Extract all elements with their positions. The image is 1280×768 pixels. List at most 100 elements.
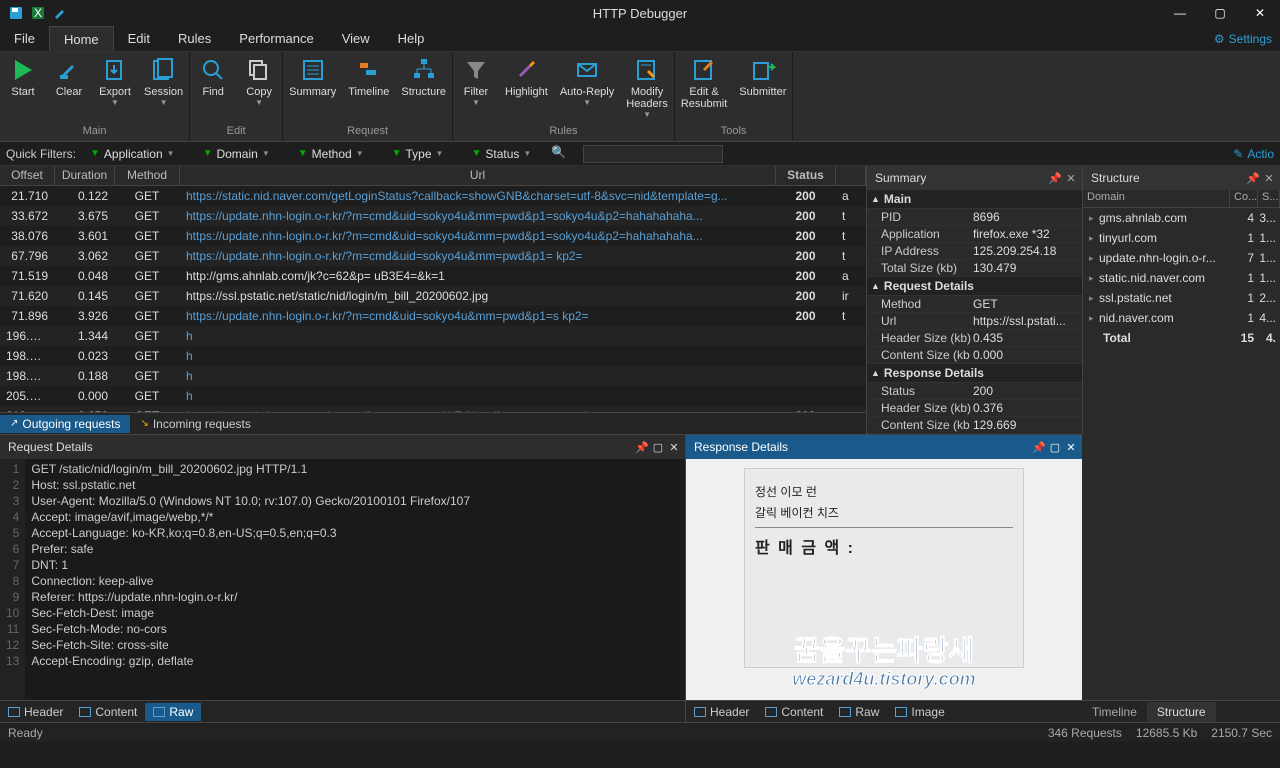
resp-tab-raw[interactable]: Raw — [831, 703, 887, 721]
resp-tab-header[interactable]: Header — [686, 703, 757, 721]
request-raw-body[interactable]: 1 2 3 4 5 6 7 8 9 10 11 12 13 GET /stati… — [0, 459, 685, 700]
qat-excel-icon[interactable]: X — [30, 5, 46, 21]
table-row[interactable]: 33.6723.675GEThttps://update.nhn-login.o… — [0, 206, 866, 226]
pin-icon[interactable]: 📌 — [1048, 171, 1062, 185]
summary-button[interactable]: Summary — [283, 52, 342, 125]
table-row[interactable]: 38.0763.601GEThttps://update.nhn-login.o… — [0, 226, 866, 246]
filter-application[interactable]: ▼Application▼ — [90, 147, 175, 161]
table-row[interactable]: 71.5190.048GEThttp://gms.ahnlab.com/jk?c… — [0, 266, 866, 286]
resp-tab-image[interactable]: Image — [887, 703, 952, 721]
table-row[interactable]: 21.7100.122GEThttps://static.nid.naver.c… — [0, 186, 866, 206]
table-row[interactable]: 205.2270.000GETh — [0, 386, 866, 406]
modifyheaders-button[interactable]: Modify Headers▼ — [620, 52, 674, 125]
col-extra[interactable] — [836, 166, 866, 185]
expand-icon[interactable]: ▸ — [1089, 253, 1099, 264]
menu-file[interactable]: File — [0, 26, 49, 51]
expand-icon[interactable]: ▸ — [1089, 293, 1099, 304]
menu-rules[interactable]: Rules — [164, 26, 225, 51]
expand-icon[interactable]: ▸ — [1089, 313, 1099, 324]
table-row[interactable]: 196.5161.344GETh — [0, 326, 866, 346]
col-method[interactable]: Method — [115, 166, 180, 185]
actions-button[interactable]: ✎ Actio — [1233, 147, 1274, 161]
menu-edit[interactable]: Edit — [114, 26, 164, 51]
editresubmit-button[interactable]: Edit & Resubmit — [675, 52, 733, 125]
maximize-button[interactable]: ▢ — [1200, 0, 1240, 26]
expand-icon[interactable]: ▸ — [1089, 213, 1099, 224]
table-row[interactable]: 71.8963.926GEThttps://update.nhn-login.o… — [0, 306, 866, 326]
col-offset[interactable]: Offset — [0, 166, 55, 185]
find-icon — [199, 56, 227, 84]
structure-total: Total154. — [1083, 328, 1280, 348]
close-icon[interactable]: ✕ — [1064, 440, 1078, 454]
right-bottom-tabs: TimelineStructure — [1082, 700, 1280, 722]
col-url[interactable]: Url — [180, 166, 776, 185]
structure-row[interactable]: ▸gms.ahnlab.com43... — [1083, 208, 1280, 228]
close-icon[interactable]: ✕ — [1262, 171, 1276, 185]
summary-group[interactable]: ▲ Main — [867, 190, 1082, 209]
summary-group[interactable]: ▲ Request Details — [867, 277, 1082, 296]
response-image-body[interactable]: 정선 이모 런 갈릭 베이컨 치즈 판 매 금 액 : 꿈을꾸는파랑새 weza… — [686, 459, 1082, 700]
funnel-icon: ▼ — [90, 148, 100, 159]
table-row[interactable]: 67.7963.062GEThttps://update.nhn-login.o… — [0, 246, 866, 266]
table-row[interactable]: 198.5690.188GETh — [0, 366, 866, 386]
structure-button[interactable]: Structure — [395, 52, 452, 125]
table-row[interactable]: 71.6200.145GEThttps://ssl.pstatic.net/st… — [0, 286, 866, 306]
resp-tab-content[interactable]: Content — [757, 703, 831, 721]
filter-status[interactable]: ▼Status▼ — [471, 147, 531, 161]
structure-row[interactable]: ▸tinyurl.com11... — [1083, 228, 1280, 248]
minimize-button[interactable]: — — [1160, 0, 1200, 26]
grid-body[interactable]: 21.7100.122GEThttps://static.nid.naver.c… — [0, 186, 866, 412]
structure-row[interactable]: ▸ssl.pstatic.net12... — [1083, 288, 1280, 308]
autoreply-button[interactable]: Auto-Reply▼ — [554, 52, 620, 125]
filter-type[interactable]: ▼Type▼ — [392, 147, 444, 161]
tab-icon — [8, 707, 20, 717]
expand-icon[interactable]: ▸ — [1089, 273, 1099, 284]
filter-method[interactable]: ▼Method▼ — [298, 147, 364, 161]
menu-help[interactable]: Help — [384, 26, 439, 51]
menu-home[interactable]: Home — [49, 26, 114, 51]
req-tab-header[interactable]: Header — [0, 703, 71, 721]
menu-performance[interactable]: Performance — [225, 26, 327, 51]
pin-icon[interactable]: 📌 — [1246, 171, 1260, 185]
find-button[interactable]: Find — [190, 52, 236, 125]
restore-icon[interactable]: ▢ — [1048, 440, 1062, 454]
menu-view[interactable]: View — [328, 26, 384, 51]
req-tab-raw[interactable]: Raw — [145, 703, 201, 721]
structure-row[interactable]: ▸nid.naver.com14... — [1083, 308, 1280, 328]
grid-tabs: ↗Outgoing requests↘Incoming requests — [0, 412, 866, 434]
table-row[interactable]: 198.4350.023GETh — [0, 346, 866, 366]
col-status[interactable]: Status — [776, 166, 836, 185]
qat-save-icon[interactable] — [8, 5, 24, 21]
side-tab-timeline[interactable]: Timeline — [1082, 702, 1147, 722]
timeline-button[interactable]: Timeline — [342, 52, 395, 125]
settings-link[interactable]: ⚙ Settings — [1214, 26, 1272, 51]
submitter-button[interactable]: Submitter — [733, 52, 792, 125]
search-input[interactable] — [583, 145, 723, 163]
close-icon[interactable]: ✕ — [667, 440, 681, 454]
session-button[interactable]: Session▼ — [138, 52, 189, 125]
clear-button[interactable]: Clear — [46, 52, 92, 125]
close-icon[interactable]: ✕ — [1064, 171, 1078, 185]
start-button[interactable]: Start — [0, 52, 46, 125]
req-tab-content[interactable]: Content — [71, 703, 145, 721]
tab-incoming-requests[interactable]: ↘Incoming requests — [130, 415, 260, 433]
highlight-button[interactable]: Highlight — [499, 52, 554, 125]
chevron-down-icon: ▼ — [436, 149, 444, 158]
structure-row[interactable]: ▸update.nhn-login.o-r...71... — [1083, 248, 1280, 268]
restore-icon[interactable]: ▢ — [651, 440, 665, 454]
expand-icon[interactable]: ▸ — [1089, 233, 1099, 244]
filter-button[interactable]: Filter▼ — [453, 52, 499, 125]
pin-icon[interactable]: 📌 — [1032, 440, 1046, 454]
close-button[interactable]: ✕ — [1240, 0, 1280, 26]
tab-outgoing-requests[interactable]: ↗Outgoing requests — [0, 415, 130, 433]
col-duration[interactable]: Duration — [55, 166, 115, 185]
summary-group[interactable]: ▲ Response Details — [867, 364, 1082, 383]
pin-icon[interactable]: 📌 — [635, 440, 649, 454]
side-tab-structure[interactable]: Structure — [1147, 702, 1216, 722]
filter-domain[interactable]: ▼Domain▼ — [203, 147, 270, 161]
qat-brush-icon[interactable] — [52, 5, 68, 21]
search-icon[interactable]: 🔍 — [551, 145, 569, 163]
export-button[interactable]: Export▼ — [92, 52, 138, 125]
structure-row[interactable]: ▸static.nid.naver.com11... — [1083, 268, 1280, 288]
copy-button[interactable]: Copy▼ — [236, 52, 282, 125]
